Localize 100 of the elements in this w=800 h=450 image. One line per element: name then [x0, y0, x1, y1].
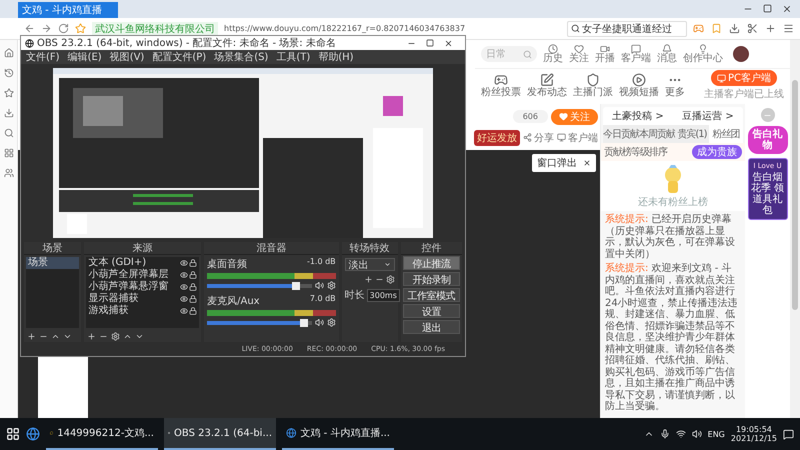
mixer-dock: 混音器 桌面音频 -1.0 dB 麦克风/Aux 7.0 dB [204, 242, 339, 342]
settings-icon[interactable] [386, 275, 395, 284]
lock-icon[interactable] [189, 295, 198, 303]
share-link[interactable]: 分享 [523, 130, 554, 144]
action-item[interactable]: 主播门派 [573, 73, 613, 98]
volume-icon[interactable] [692, 429, 702, 439]
users-icon[interactable] [4, 168, 14, 178]
rank-link[interactable]: 土豪投稿 > [612, 109, 664, 123]
header-nav-item[interactable]: 开播 [595, 44, 615, 64]
search-icon[interactable] [4, 128, 14, 138]
menu-item[interactable]: 工具(T) [276, 50, 310, 64]
add-icon[interactable] [364, 275, 373, 284]
scenes-dock: 场景 场景 [24, 242, 82, 342]
action-item[interactable]: 粉丝投票 [481, 73, 521, 98]
search-field[interactable]: 女子坐捷职通道经过 [567, 20, 687, 36]
menu-item[interactable]: 帮助(H) [318, 50, 354, 64]
action-item[interactable]: 更多 [665, 73, 685, 98]
gift-promo-badge[interactable]: 告白礼物 [748, 126, 788, 154]
add-icon[interactable] [27, 332, 36, 340]
scissors-icon[interactable] [747, 23, 758, 34]
home-icon[interactable] [4, 48, 14, 58]
star-icon[interactable] [75, 23, 86, 34]
action-item[interactable]: 视频短播 [619, 73, 659, 98]
volume-slider[interactable] [207, 320, 312, 324]
settings-icon[interactable] [326, 318, 336, 327]
action-item[interactable]: 发布动态 [527, 73, 567, 98]
header-nav-item[interactable]: 创作中心 [683, 44, 723, 64]
menu-item[interactable]: 配置文件(P) [152, 50, 206, 64]
download-icon[interactable] [4, 108, 14, 118]
taskbar-app[interactable]: 文鸡 - 斗内鸡直播... [282, 418, 394, 450]
notification-icon[interactable] [783, 428, 794, 440]
menu-item[interactable]: 视图(V) [110, 50, 144, 64]
maximize-icon[interactable] [426, 38, 434, 46]
maximize-icon[interactable] [763, 4, 772, 13]
lock-icon[interactable] [189, 307, 198, 315]
forward-icon[interactable] [41, 23, 52, 34]
lock-icon[interactable] [189, 271, 198, 279]
add-icon[interactable] [87, 332, 96, 340]
control-button[interactable]: 设置 [402, 304, 460, 318]
menu-item[interactable]: 场景集合(S) [214, 50, 268, 64]
language-indicator[interactable]: ENG [708, 430, 725, 438]
star-icon[interactable] [4, 88, 14, 98]
close-icon[interactable] [782, 4, 792, 14]
url-text[interactable]: https://www.douyu.com/18222167_r=0.8207146034763837 [224, 24, 466, 33]
edge-icon[interactable] [26, 427, 40, 441]
noble-button[interactable]: 成为贵族 [692, 145, 742, 159]
rank-link[interactable]: 豆播运营 > [682, 109, 734, 123]
control-button[interactable]: 开始录制 [402, 272, 460, 286]
header-nav-item[interactable]: 历史 [543, 44, 563, 64]
start-icon[interactable] [6, 427, 20, 441]
duration-field[interactable]: 300ms [366, 288, 400, 302]
volume-slider[interactable] [207, 284, 312, 288]
control-button[interactable]: 工作室模式 [402, 288, 460, 302]
client-note: 主播客户端已上线 [704, 88, 784, 101]
settings-icon[interactable] [111, 332, 120, 340]
menu-icon[interactable] [783, 23, 794, 34]
source-item[interactable]: 小葫芦全屏弹幕层 [86, 269, 200, 281]
eye-icon[interactable] [180, 259, 188, 267]
lock-icon[interactable] [189, 283, 198, 291]
history-icon[interactable] [4, 68, 14, 78]
speaker-icon[interactable] [314, 281, 324, 290]
transition-select[interactable]: 淡出 [344, 258, 395, 271]
back-icon[interactable] [24, 23, 35, 34]
source-item[interactable]: 文本 (GDI+) [86, 257, 200, 269]
scene-item[interactable]: 场景 [26, 257, 80, 269]
network-icon[interactable] [676, 429, 686, 439]
client-link[interactable]: 客户端 [557, 130, 598, 144]
source-item[interactable]: 游戏捕获 [86, 305, 200, 317]
taskbar-app[interactable]: OBS 23.2.1 (64-bi... [164, 418, 276, 450]
popout-button[interactable]: 窗口弹出 [532, 154, 596, 172]
download-icon[interactable] [729, 23, 740, 34]
control-button[interactable]: 停止推流 [402, 256, 460, 270]
scrollbar[interactable] [790, 40, 800, 418]
header-nav-item[interactable]: 消息 [657, 44, 677, 64]
menu-item[interactable]: 编辑(E) [68, 50, 102, 64]
source-item[interactable]: 小葫芦弹幕悬浮窗 [86, 281, 200, 293]
control-button[interactable]: 退出 [402, 320, 460, 334]
eye-icon[interactable] [180, 271, 188, 279]
eye-icon[interactable] [180, 295, 188, 303]
speaker-icon[interactable] [314, 318, 324, 327]
refresh-icon[interactable] [58, 23, 69, 34]
settings-icon[interactable] [326, 281, 336, 290]
eye-icon[interactable] [180, 307, 188, 315]
lock-icon[interactable] [189, 259, 198, 267]
add-icon[interactable] [765, 23, 776, 34]
header-nav-item[interactable]: 关注 [569, 44, 589, 64]
clock[interactable]: 19:05:54 2021/12/15 [730, 425, 777, 443]
microphone-icon[interactable] [660, 429, 670, 439]
close-icon[interactable] [444, 38, 453, 48]
source-item[interactable]: 显示器捕获 [86, 293, 200, 305]
eye-icon[interactable] [180, 283, 188, 291]
gift-badge[interactable]: 好运发放 [474, 130, 520, 146]
rank-tab[interactable]: 贵宾(1) [675, 125, 709, 143]
taskbar-app[interactable]: 1449996212-文鸡... [46, 418, 158, 450]
menu-item[interactable]: 文件(F) [26, 50, 60, 64]
header-nav-item[interactable]: 客户端 [621, 44, 651, 64]
grid-icon[interactable] [4, 148, 14, 158]
browser-tab[interactable]: 文鸡 - 斗内鸡直播 [18, 2, 118, 18]
rank-tab[interactable]: 今日贡献 [603, 125, 639, 143]
rank-tab[interactable]: 本周贡献 [639, 125, 675, 143]
